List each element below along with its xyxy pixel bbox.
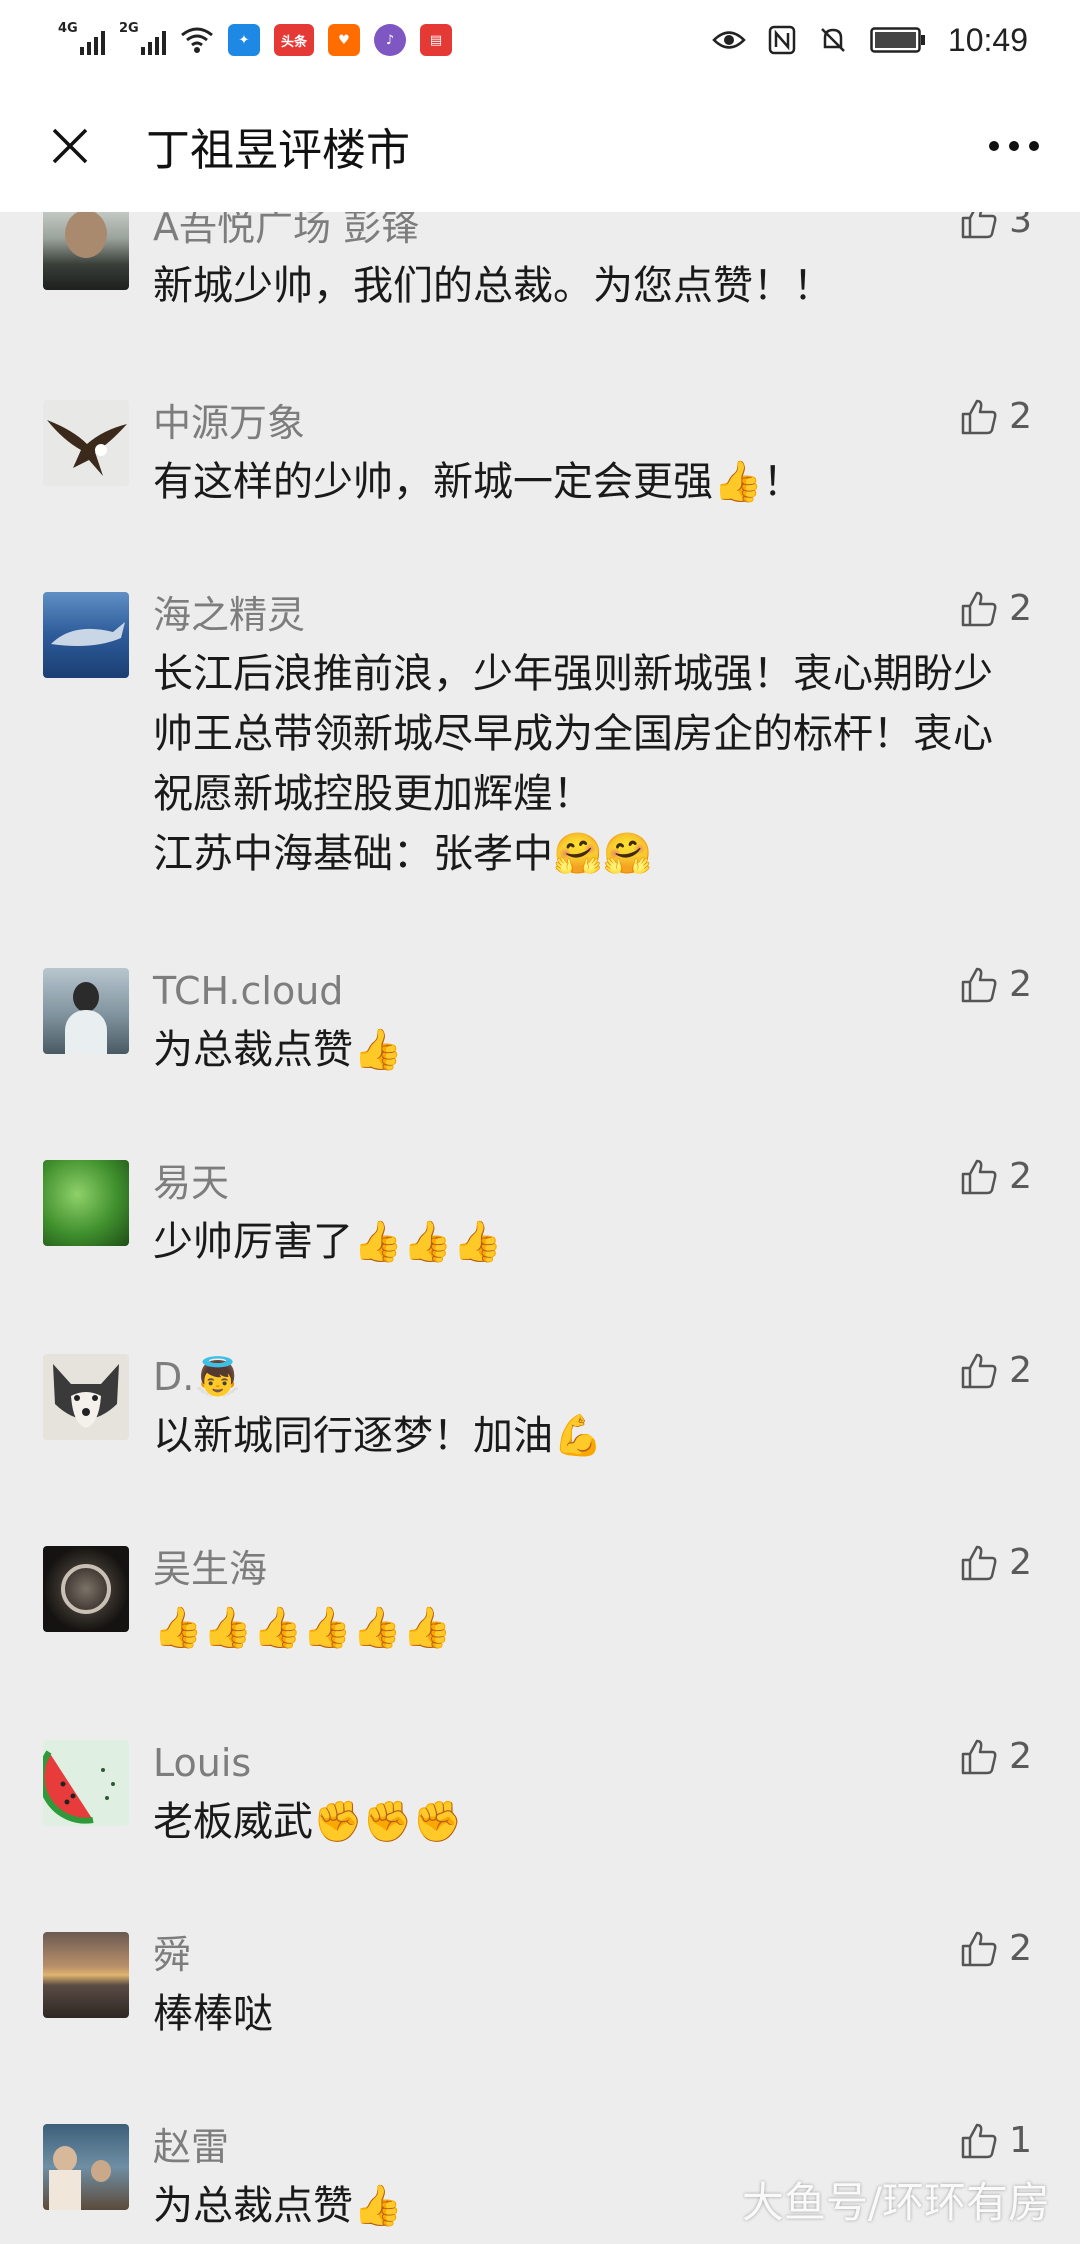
comment-author: A吾悦广场 彭锋: [153, 212, 420, 249]
like-button[interactable]: 2: [959, 588, 1032, 629]
more-options-button[interactable]: [960, 116, 1040, 176]
like-count: 1: [1009, 2120, 1032, 2161]
avatar[interactable]: [43, 1740, 129, 1826]
avatar[interactable]: [43, 400, 129, 486]
like-count: 2: [1009, 1928, 1032, 1969]
comment-text: 长江后浪推前浪，少年强则新城强！衷心期盼少帅王总带领新城尽早成为全国房企的标杆！…: [153, 651, 993, 877]
comment-author: 吴生海: [153, 1547, 268, 1591]
like-count: 2: [1009, 1156, 1032, 1197]
page-title: 丁祖昱评楼市: [146, 125, 410, 176]
comment-list[interactable]: A吾悦广场 彭锋 新城少帅，我们的总裁。为您点赞！！ 3 中源万象 有这样的少帅…: [0, 212, 1080, 2244]
comment-author: 海之精灵: [153, 593, 306, 637]
avatar[interactable]: [43, 1546, 129, 1632]
comment-author: 中源万象: [153, 401, 306, 445]
avatar[interactable]: [43, 212, 129, 290]
avatar[interactable]: [43, 592, 129, 678]
comment-text: 少帅厉害了👍👍👍: [153, 1219, 503, 1265]
comment-item: D.👼 以新城同行逐梦！加油💪 2: [0, 1350, 1080, 1504]
like-button[interactable]: 2: [959, 1736, 1032, 1777]
like-button[interactable]: 1: [959, 2120, 1032, 2161]
comment-text: 为总裁点赞👍: [153, 1027, 403, 1073]
like-count: 2: [1009, 396, 1032, 437]
watermark: 大鱼号/环环有房: [741, 2178, 1050, 2227]
avatar[interactable]: [43, 1932, 129, 2018]
thumbs-up-icon: [961, 967, 997, 1002]
comment-author: Louis: [153, 1741, 252, 1785]
like-button[interactable]: 2: [959, 1928, 1032, 1969]
like-count: 2: [1009, 1736, 1032, 1777]
music-icon: ♪: [374, 24, 406, 56]
comment-text: 👍👍👍👍👍👍: [153, 1605, 452, 1651]
like-button[interactable]: 2: [959, 1350, 1032, 1391]
app-notification-icon: ✦: [228, 24, 260, 56]
book-icon: ▤: [420, 24, 452, 56]
comment-text: 有这样的少帅，新城一定会更强👍！: [153, 459, 803, 505]
taobao-icon: ♥: [328, 24, 360, 56]
comment-text: 棒棒哒: [153, 1991, 273, 2037]
avatar[interactable]: [43, 1354, 129, 1440]
comment-text: 以新城同行逐梦！加油💪: [153, 1413, 603, 1459]
thumbs-up-icon: [961, 212, 997, 238]
thumbs-up-icon: [961, 1159, 997, 1194]
toutiao-icon: 头条: [274, 24, 314, 56]
battery-icon: [870, 27, 925, 53]
like-count: 3: [1009, 212, 1032, 241]
like-button[interactable]: 3: [959, 212, 1032, 241]
close-button[interactable]: [40, 116, 100, 176]
comment-item: 海之精灵 长江后浪推前浪，少年强则新城强！衷心期盼少帅王总带领新城尽早成为全国房…: [0, 588, 1080, 922]
close-icon: [52, 128, 88, 164]
comment-item: Louis 老板威武✊✊✊ 2: [0, 1736, 1080, 1890]
mute-bell-icon: [821, 28, 845, 52]
signal-4g-icon: 4G: [58, 21, 105, 55]
thumbs-up-icon: [961, 1353, 997, 1388]
comment-text: 新城少帅，我们的总裁。为您点赞！！: [153, 263, 833, 309]
thumbs-up-icon: [961, 591, 997, 626]
avatar[interactable]: [43, 2124, 129, 2210]
thumbs-up-icon: [961, 399, 997, 434]
status-bar: 4G 2G ✦ 头条 ♥ ♪ ▤ 10:49: [0, 0, 1080, 80]
avatar[interactable]: [43, 1160, 129, 1246]
comment-author: D.👼: [153, 1355, 242, 1399]
like-button[interactable]: 2: [959, 1542, 1032, 1583]
like-count: 2: [1009, 1542, 1032, 1583]
more-dots-icon: [989, 141, 1039, 151]
comment-item: 吴生海 👍👍👍👍👍👍 2: [0, 1542, 1080, 1696]
like-count: 2: [1009, 964, 1032, 1005]
comment-item: 中源万象 有这样的少帅，新城一定会更强👍！ 2: [0, 396, 1080, 580]
nav-bar: 丁祖昱评楼市: [0, 80, 1080, 212]
comment-item: A吾悦广场 彭锋 新城少帅，我们的总裁。为您点赞！！ 3: [0, 212, 1080, 384]
thumbs-up-icon: [961, 2123, 997, 2158]
comment-text: 老板威武✊✊✊: [153, 1799, 463, 1845]
thumbs-up-icon: [961, 1931, 997, 1966]
eye-icon: [712, 31, 746, 49]
like-button[interactable]: 2: [959, 964, 1032, 1005]
comment-item: TCH.cloud 为总裁点赞👍 2: [0, 964, 1080, 1118]
thumbs-up-icon: [961, 1739, 997, 1774]
like-count: 2: [1009, 588, 1032, 629]
comment-author: 舜: [153, 1933, 192, 1977]
comment-item: 舜 棒棒哒 2: [0, 1928, 1080, 2082]
nfc-icon: [768, 25, 796, 55]
like-button[interactable]: 2: [959, 396, 1032, 437]
thumbs-up-icon: [961, 1545, 997, 1580]
like-button[interactable]: 2: [959, 1156, 1032, 1197]
wifi-icon: [181, 27, 213, 53]
like-count: 2: [1009, 1350, 1032, 1391]
comment-author: 易天: [153, 1161, 230, 1205]
clock: 10:49: [947, 21, 1028, 58]
comment-author: 赵雷: [153, 2125, 230, 2169]
comment-author: TCH.cloud: [153, 969, 344, 1013]
signal-2g-icon: 2G: [119, 21, 166, 55]
comment-item: 易天 少帅厉害了👍👍👍 2: [0, 1156, 1080, 1310]
avatar[interactable]: [43, 968, 129, 1054]
